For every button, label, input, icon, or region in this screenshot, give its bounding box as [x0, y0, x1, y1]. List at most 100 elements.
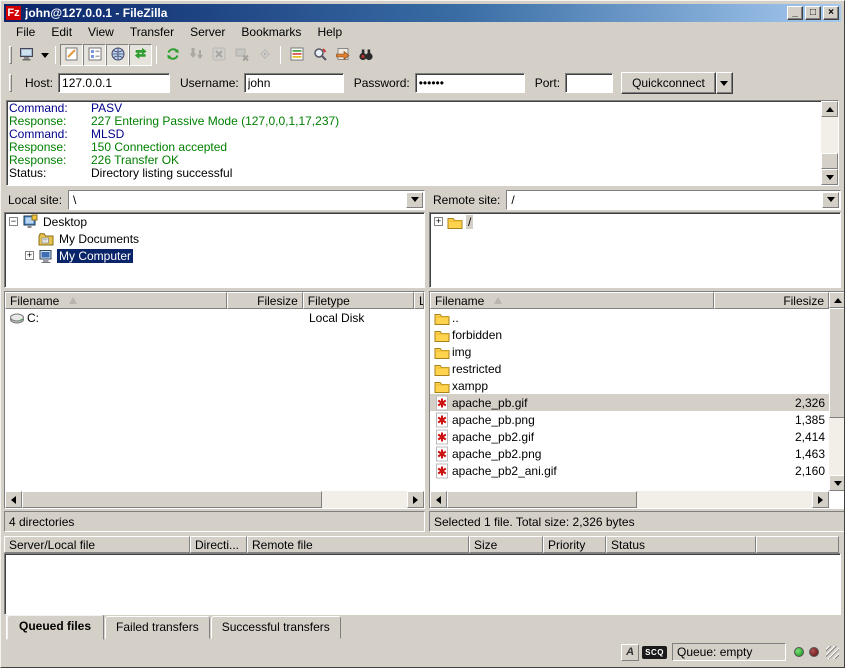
port-input[interactable] [565, 73, 613, 93]
file-row[interactable]: C:Local Disk [5, 309, 424, 326]
tab-queued-files[interactable]: Queued files [6, 614, 104, 640]
directory-comparison-button[interactable] [285, 44, 308, 66]
tree-item-desktop[interactable]: −Desktop [5, 213, 424, 230]
tab-successful-transfers[interactable]: Successful transfers [211, 616, 341, 639]
file-row[interactable]: apache_pb2_ani.gif2,160 [430, 462, 829, 479]
column-header-priority[interactable]: Priority [543, 536, 606, 553]
file-row[interactable]: apache_pb.gif2,326 [430, 394, 829, 411]
file-size: 1,385 [714, 411, 829, 428]
password-input[interactable] [415, 73, 525, 93]
menu-item-server[interactable]: Server [182, 23, 233, 41]
folder-row[interactable]: forbidden [430, 326, 829, 343]
transfer-queue-toggle-button[interactable] [129, 44, 152, 66]
file-row[interactable]: apache_pb2.gif2,414 [430, 428, 829, 445]
maximize-button[interactable]: □ [805, 6, 821, 20]
refresh-button[interactable] [161, 44, 184, 66]
expand-plus-icon[interactable]: + [434, 217, 443, 226]
column-header-status[interactable]: Status [606, 536, 756, 553]
scroll-down-button[interactable] [821, 169, 838, 185]
site-manager-button[interactable] [15, 44, 38, 66]
column-header-filename[interactable]: Filename [5, 292, 227, 309]
local-tree-toggle-button[interactable] [83, 44, 106, 66]
column-header-filename[interactable]: Filename [430, 292, 714, 309]
scrollbar-thumb[interactable] [22, 491, 322, 508]
minimize-button[interactable]: _ [787, 6, 803, 20]
scrollbar-track[interactable] [829, 418, 845, 475]
remote-hscrollbar[interactable] [430, 491, 829, 508]
username-input[interactable] [244, 73, 344, 93]
menu-item-bookmarks[interactable]: Bookmarks [233, 23, 309, 41]
folder-row[interactable]: .. [430, 309, 829, 326]
tree-item-my-documents[interactable]: My Documents [5, 230, 424, 247]
site-manager-dropdown-button[interactable] [38, 44, 51, 66]
scroll-up-button[interactable] [821, 101, 838, 117]
column-header-size[interactable]: Size [469, 536, 543, 553]
menu-item-view[interactable]: View [80, 23, 122, 41]
queue-status-text: Queue: empty [672, 643, 786, 661]
folder-row[interactable]: restricted [430, 360, 829, 377]
column-header-l[interactable]: L [414, 292, 424, 309]
remote-vscrollbar[interactable] [829, 292, 845, 491]
menu-item-transfer[interactable]: Transfer [122, 23, 182, 41]
folder-row[interactable]: img [430, 343, 829, 360]
chevron-down-icon [41, 53, 49, 58]
scroll-left-button[interactable] [430, 491, 447, 508]
menu-item-file[interactable]: File [8, 23, 43, 41]
scrollbar-track[interactable] [821, 117, 838, 153]
queue-list [4, 553, 841, 615]
my-computer-icon [38, 248, 54, 264]
quickbar-grip[interactable] [9, 74, 12, 92]
close-button[interactable]: × [823, 6, 839, 20]
remote-site-dropdown-button[interactable] [822, 192, 839, 208]
menu-item-help[interactable]: Help [309, 23, 350, 41]
file-row[interactable]: apache_pb2.png1,463 [430, 445, 829, 462]
scroll-up-button[interactable] [829, 292, 845, 308]
scroll-left-button[interactable] [5, 491, 22, 508]
file-name: apache_pb2.gif [452, 430, 534, 444]
remote-site-combobox[interactable]: / [506, 190, 841, 210]
transfer-type-ascii-icon[interactable]: A [621, 644, 639, 661]
remote-site-label: Remote site: [429, 191, 506, 209]
find-files-button[interactable] [354, 44, 377, 66]
expand-plus-icon[interactable]: + [25, 251, 34, 260]
local-site-combobox[interactable]: \ [68, 190, 425, 210]
local-site-dropdown-button[interactable] [406, 192, 423, 208]
tree-item-my-computer[interactable]: +My Computer [5, 247, 424, 264]
file-row[interactable]: apache_pb.png1,385 [430, 411, 829, 428]
local-hscrollbar[interactable] [5, 491, 424, 508]
column-header-directi-[interactable]: Directi... [190, 536, 247, 553]
filter-search-button[interactable] [308, 44, 331, 66]
collapse-minus-icon[interactable]: − [9, 217, 18, 226]
scrollbar-track[interactable] [637, 491, 812, 508]
title-bar[interactable]: Fz john@127.0.0.1 - FileZilla _ □ × [4, 4, 841, 22]
column-header-server-local-file[interactable]: Server/Local file [4, 536, 190, 553]
column-header-filesize[interactable]: Filesize [714, 292, 829, 309]
desktop-icon [22, 214, 38, 230]
menu-item-edit[interactable]: Edit [43, 23, 80, 41]
scroll-right-button[interactable] [407, 491, 424, 508]
column-header-blank[interactable] [756, 536, 839, 553]
host-input[interactable] [58, 73, 170, 93]
column-header-filesize[interactable]: Filesize [227, 292, 302, 309]
column-header-remote-file[interactable]: Remote file [247, 536, 469, 553]
scrollbar-thumb[interactable] [447, 491, 637, 508]
tree-item--[interactable]: +/ [430, 213, 840, 230]
scrollbar-thumb[interactable] [829, 308, 845, 418]
column-header-filetype[interactable]: Filetype [303, 292, 414, 309]
resize-grip[interactable] [826, 646, 839, 659]
tab-failed-transfers[interactable]: Failed transfers [105, 616, 210, 639]
scrollbar-thumb[interactable] [821, 153, 838, 169]
quickconnect-dropdown-button[interactable] [716, 72, 733, 94]
speed-limit-badge-icon[interactable]: SCQ [642, 646, 667, 659]
remote-tree-toggle-button[interactable] [106, 44, 129, 66]
scroll-down-button[interactable] [829, 475, 845, 491]
quickconnect-button[interactable]: Quickconnect [621, 72, 716, 94]
folder-row[interactable]: xampp [430, 377, 829, 394]
scroll-right-button[interactable] [812, 491, 829, 508]
synchronized-browsing-button[interactable] [331, 44, 354, 66]
remote-directory-tree: +/ [429, 212, 841, 288]
scrollbar-track[interactable] [322, 491, 407, 508]
message-log-toggle-button[interactable] [60, 44, 83, 66]
toolbar-grip[interactable] [9, 46, 12, 64]
log-scrollbar[interactable] [821, 101, 838, 185]
